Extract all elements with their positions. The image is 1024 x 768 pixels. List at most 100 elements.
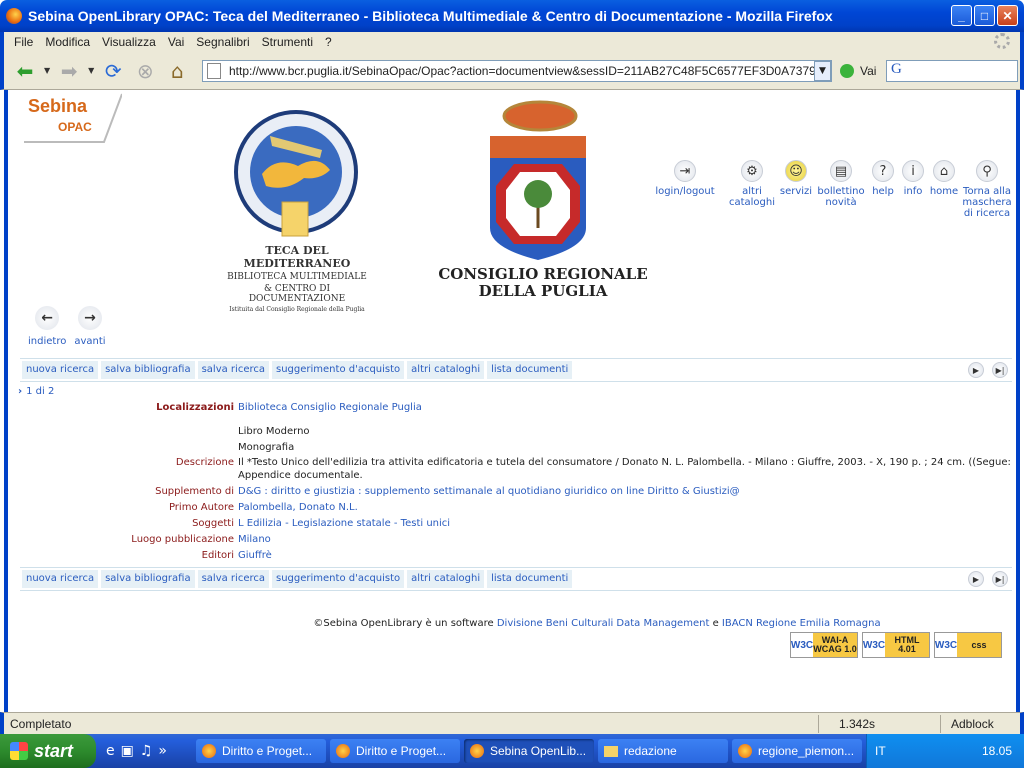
home-browser-icon[interactable]: ⌂ [164, 58, 190, 84]
task-diritto-1[interactable]: Diritto e Proget... [196, 739, 326, 763]
quick-launch: e ▣ ♫ » [106, 743, 196, 759]
home-icon: ⌂ [933, 160, 955, 182]
back-history-dropdown[interactable]: ▼ [44, 66, 50, 75]
firefox-icon [6, 8, 22, 24]
nuova-ricerca-button[interactable]: nuova ricerca [22, 361, 99, 379]
menu-segnalibri[interactable]: Segnalibri [196, 35, 249, 49]
lista-documenti-button[interactable]: lista documenti [487, 361, 573, 379]
desktop-icon[interactable]: ▣ [121, 743, 134, 759]
suggerimento-acquisto-button[interactable]: suggerimento d'acquisto [272, 570, 405, 588]
last-record-icon[interactable]: ▶| [992, 571, 1008, 587]
task-sebina[interactable]: Sebina OpenLib... [464, 739, 594, 763]
field-value-link[interactable]: L Edilizia - Legislazione statale - Test… [238, 516, 1012, 532]
indietro-link[interactable]: ← indietro [28, 306, 66, 347]
url-field[interactable]: http://www.bcr.puglia.it/SebinaOpac/Opac… [202, 60, 832, 82]
nav-help[interactable]: ? help [868, 160, 898, 197]
nuova-ricerca-button[interactable]: nuova ricerca [22, 570, 99, 588]
consiglio-name-2: DELLA PUGLIA [478, 282, 608, 300]
html-badge-label: HTML 4.01 [885, 633, 929, 657]
nav-bollettino-novita[interactable]: ▤ bollettino novità [816, 160, 866, 208]
avanti-link[interactable]: → avanti [74, 306, 106, 347]
menu-help[interactable]: ? [325, 35, 332, 49]
menu-file[interactable]: File [14, 35, 33, 49]
clock: 18.05 [981, 744, 1012, 758]
newsletter-icon: ▤ [830, 160, 852, 182]
field-label: Luogo pubblicazione [131, 534, 234, 545]
task-label: Diritto e Proget... [222, 744, 313, 758]
counter-chevron-icon: › [18, 386, 23, 397]
forward-arrow-icon[interactable]: ➡ [56, 58, 82, 84]
teca-mediterraneo-logo[interactable]: TECA DEL MEDITERRANEO BIBLIOTECA MULTIME… [226, 96, 368, 313]
footer-link-ibacn[interactable]: IBACN Regione Emilia Romagna [722, 618, 881, 629]
folder-icon [604, 745, 618, 757]
record-counter-text: 1 di 2 [26, 386, 55, 397]
altri-cataloghi-button[interactable]: altri cataloghi [407, 361, 485, 379]
html-badge[interactable]: W3C HTML 4.01 [862, 632, 930, 658]
suggerimento-acquisto-button[interactable]: suggerimento d'acquisto [272, 361, 405, 379]
start-button[interactable]: start [0, 734, 96, 768]
lista-documenti-button[interactable]: lista documenti [487, 570, 573, 588]
field-value-link[interactable]: Palombella, Donato N.L. [238, 500, 1012, 516]
close-button[interactable]: ✕ [997, 5, 1018, 26]
salva-ricerca-button[interactable]: salva ricerca [197, 361, 269, 379]
salva-ricerca-button[interactable]: salva ricerca [197, 570, 269, 588]
wai-badge[interactable]: W3C WAI-A WCAG 1.0 [790, 632, 858, 658]
field-value-link[interactable]: Milano [238, 532, 1012, 548]
window-titlebar: Sebina OpenLibrary OPAC: Teca del Medite… [0, 0, 1024, 32]
field-value-link[interactable]: D&G : diritto e giustizia : supplemento … [238, 484, 1012, 500]
media-icon[interactable]: ♫ [140, 743, 153, 759]
nav-altri-cataloghi[interactable]: ⚙ altri cataloghi [728, 160, 776, 208]
navigation-toolbar: ⬅ ▼ ➡ ▼ ⟳ ⊗ ⌂ http://www.bcr.puglia.it/S… [0, 52, 1024, 90]
menu-visualizza[interactable]: Visualizza [102, 35, 156, 49]
next-record-icon[interactable]: ▶ [968, 362, 984, 378]
css-badge[interactable]: W3C css [934, 632, 1002, 658]
field-value-link[interactable]: Biblioteca Consiglio Regionale Puglia [238, 400, 1012, 416]
nav-torna-label: Torna alla maschera di ricerca [962, 186, 1012, 219]
nav-torna-ricerca[interactable]: ⚲ Torna alla maschera di ricerca [958, 160, 1016, 219]
nav-home[interactable]: ⌂ home [928, 160, 960, 197]
nav-info[interactable]: i info [900, 160, 926, 197]
stop-icon[interactable]: ⊗ [132, 58, 158, 84]
menu-strumenti[interactable]: Strumenti [262, 35, 313, 49]
url-dropdown-icon[interactable]: ▼ [814, 61, 831, 81]
salva-bibliografia-button[interactable]: salva bibliografia [101, 361, 195, 379]
nav-servizi[interactable]: ☺ servizi [778, 160, 814, 197]
menu-vai[interactable]: Vai [168, 35, 184, 49]
more-icon[interactable]: » [158, 743, 167, 759]
go-label: Vai [860, 64, 877, 78]
teca-emblem [234, 110, 358, 237]
maximize-button[interactable]: □ [974, 5, 995, 26]
menu-modifica[interactable]: Modifica [45, 35, 90, 49]
task-regione-piemonte[interactable]: regione_piemon... [732, 739, 862, 763]
search-engine-input[interactable]: G [886, 60, 1018, 82]
footer-text: ©Sebina OpenLibrary è un software [313, 618, 494, 629]
nav-login-logout[interactable]: ⇥ login/logout [654, 160, 716, 197]
help-icon: ? [872, 160, 894, 182]
reload-icon[interactable]: ⟳ [100, 58, 126, 84]
action-toolbar-top: nuova ricerca salva bibliografia salva r… [20, 358, 1012, 382]
sebina-opac-logo[interactable]: Sebina OPAC [22, 92, 122, 144]
adblock-button[interactable]: Adblock [940, 715, 1020, 733]
google-icon: G [891, 61, 902, 77]
forward-history-dropdown[interactable]: ▼ [88, 66, 94, 75]
go-button[interactable]: Vai [840, 64, 876, 78]
consiglio-regionale-logo[interactable]: CONSIGLIO REGIONALE DELLA PUGLIA [428, 98, 658, 308]
altri-cataloghi-button[interactable]: altri cataloghi [407, 570, 485, 588]
footer-link-data-management[interactable]: Divisione Beni Culturali Data Management [497, 618, 710, 629]
nav-bollettino-label: bollettino novità [817, 186, 865, 208]
minimize-button[interactable]: _ [951, 5, 972, 26]
firefox-icon [202, 744, 216, 758]
load-time: 1.342s [818, 715, 884, 733]
next-record-icon[interactable]: ▶ [968, 571, 984, 587]
field-value-link[interactable]: Giuffrè [238, 548, 1012, 564]
avanti-label: avanti [74, 336, 106, 347]
firefox-icon [336, 744, 350, 758]
task-redazione[interactable]: redazione [598, 739, 728, 763]
language-indicator[interactable]: IT [875, 744, 886, 758]
back-arrow-icon[interactable]: ⬅ [12, 58, 38, 84]
salva-bibliografia-button[interactable]: salva bibliografia [101, 570, 195, 588]
task-diritto-2[interactable]: Diritto e Proget... [330, 739, 460, 763]
w3c-logo-icon: W3C [863, 633, 885, 657]
ie-icon[interactable]: e [106, 743, 115, 759]
last-record-icon[interactable]: ▶| [992, 362, 1008, 378]
